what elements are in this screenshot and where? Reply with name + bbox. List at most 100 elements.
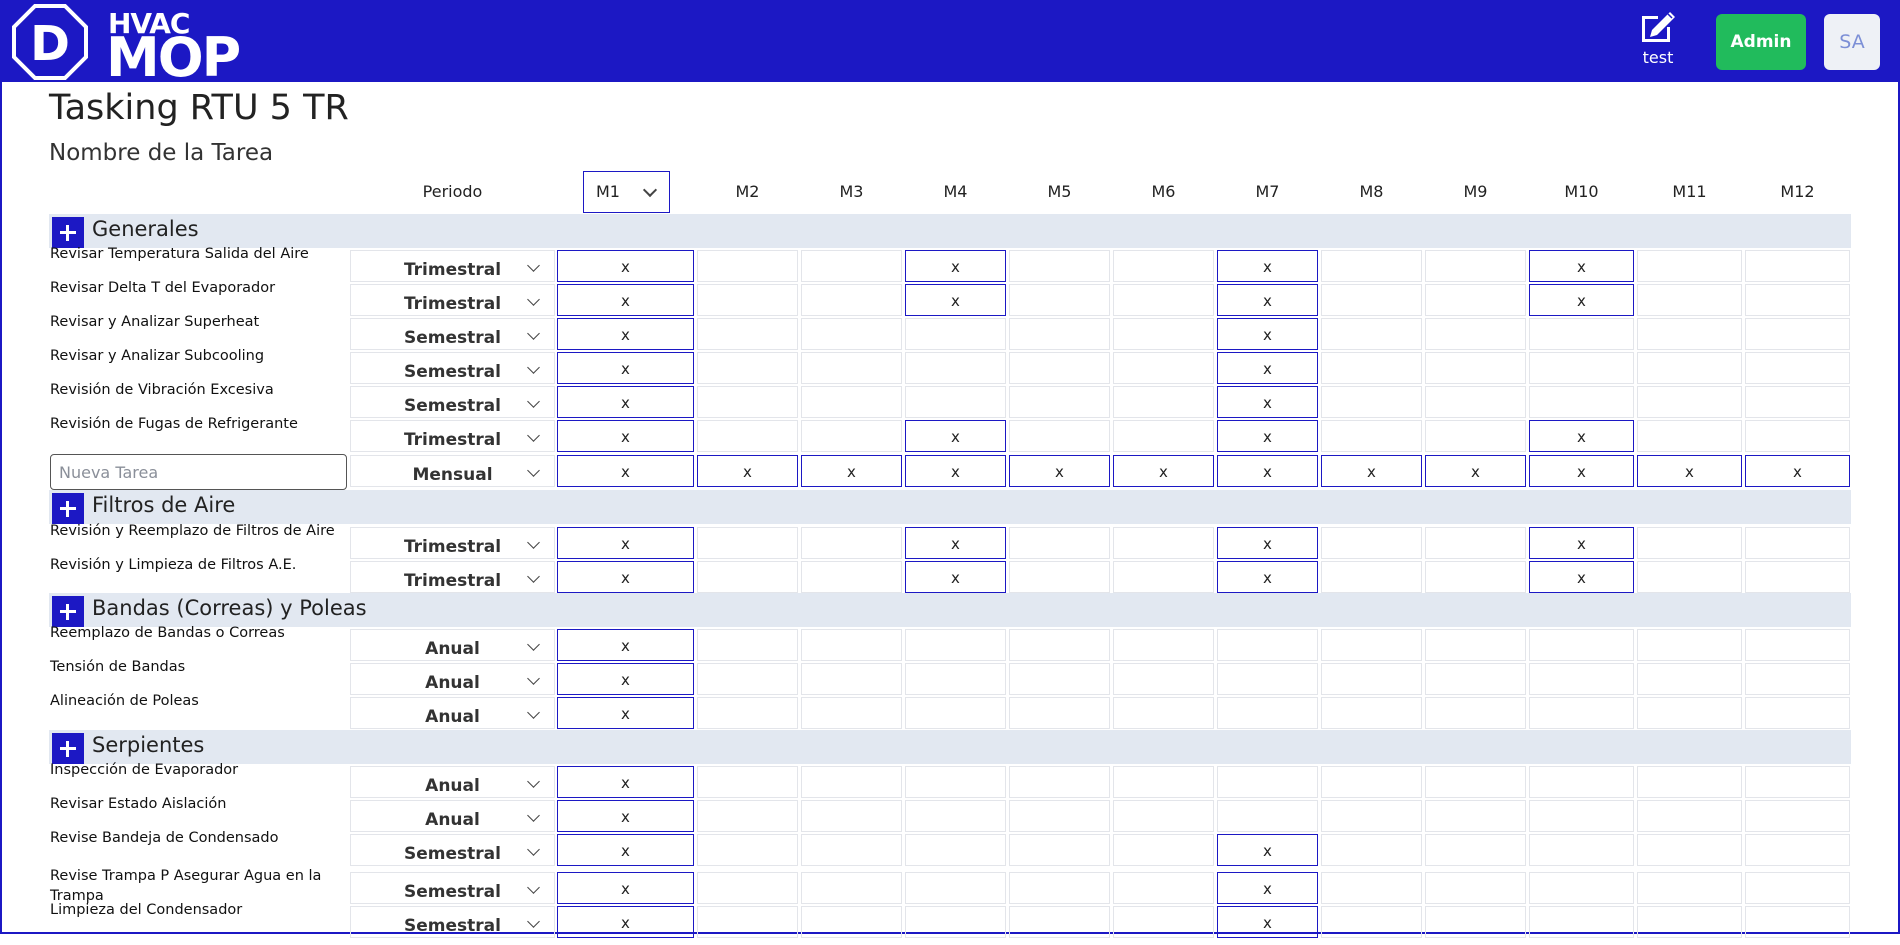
month-cell-m3[interactable]	[801, 250, 902, 282]
month-cell-m11[interactable]	[1637, 352, 1742, 384]
month-cell-m3[interactable]	[801, 561, 902, 593]
month-cell-m5[interactable]: x	[1009, 455, 1110, 487]
month-cell-m12[interactable]	[1745, 284, 1850, 316]
month-cell-m2[interactable]	[697, 800, 798, 832]
month-cell-m12[interactable]	[1745, 697, 1850, 729]
period-select[interactable]: Anual	[350, 800, 555, 832]
month-cell-m2[interactable]	[697, 386, 798, 418]
period-select[interactable]: Semestral	[350, 872, 555, 904]
month-cell-m7[interactable]	[1217, 663, 1318, 695]
month-cell-m4[interactable]	[905, 766, 1006, 798]
month-cell-m6[interactable]: x	[1113, 455, 1214, 487]
month-cell-m10[interactable]	[1529, 800, 1634, 832]
month-cell-m11[interactable]	[1637, 872, 1742, 904]
month-cell-m6[interactable]	[1113, 352, 1214, 384]
month-cell-m7[interactable]: x	[1217, 386, 1318, 418]
month-cell-m10[interactable]: x	[1529, 250, 1634, 282]
new-task-input[interactable]	[50, 454, 347, 490]
month-cell-m1[interactable]: x	[557, 386, 694, 418]
month-cell-m7[interactable]: x	[1217, 834, 1318, 866]
month-cell-m11[interactable]	[1637, 697, 1742, 729]
month-cell-m5[interactable]	[1009, 629, 1110, 661]
month-cell-m2[interactable]	[697, 872, 798, 904]
month-cell-m5[interactable]	[1009, 318, 1110, 350]
month-cell-m10[interactable]	[1529, 629, 1634, 661]
month-cell-m4[interactable]: x	[905, 455, 1006, 487]
month-cell-m9[interactable]	[1425, 352, 1526, 384]
month-cell-m11[interactable]: x	[1637, 455, 1742, 487]
month-cell-m5[interactable]	[1009, 352, 1110, 384]
month-cell-m2[interactable]	[697, 420, 798, 452]
month-cell-m12[interactable]	[1745, 834, 1850, 866]
month-cell-m2[interactable]	[697, 834, 798, 866]
period-select[interactable]: Anual	[350, 766, 555, 798]
month-cell-m2[interactable]	[697, 527, 798, 559]
month-cell-m6[interactable]	[1113, 663, 1214, 695]
month-cell-m9[interactable]	[1425, 697, 1526, 729]
month-cell-m4[interactable]: x	[905, 527, 1006, 559]
month-cell-m2[interactable]	[697, 697, 798, 729]
month-cell-m3[interactable]	[801, 352, 902, 384]
month-cell-m11[interactable]	[1637, 561, 1742, 593]
month-cell-m12[interactable]	[1745, 561, 1850, 593]
period-select[interactable]: Trimestral	[350, 420, 555, 452]
month-cell-m12[interactable]	[1745, 663, 1850, 695]
month-cell-m10[interactable]	[1529, 872, 1634, 904]
month-cell-m12[interactable]	[1745, 386, 1850, 418]
month-cell-m6[interactable]	[1113, 561, 1214, 593]
month-cell-m1[interactable]: x	[557, 766, 694, 798]
month-cell-m8[interactable]	[1321, 420, 1422, 452]
month-cell-m4[interactable]	[905, 318, 1006, 350]
month-cell-m8[interactable]	[1321, 834, 1422, 866]
month-cell-m2[interactable]	[697, 318, 798, 350]
month-cell-m1[interactable]: x	[557, 663, 694, 695]
month-cell-m12[interactable]: x	[1745, 455, 1850, 487]
month-cell-m8[interactable]: x	[1321, 455, 1422, 487]
month-cell-m11[interactable]	[1637, 663, 1742, 695]
month-cell-m9[interactable]	[1425, 663, 1526, 695]
month-cell-m4[interactable]	[905, 352, 1006, 384]
month-cell-m1[interactable]: x	[557, 872, 694, 904]
month-cell-m6[interactable]	[1113, 386, 1214, 418]
month-cell-m9[interactable]	[1425, 834, 1526, 866]
month-cell-m11[interactable]	[1637, 318, 1742, 350]
month-cell-m1[interactable]: x	[557, 834, 694, 866]
month-cell-m8[interactable]	[1321, 872, 1422, 904]
month-cell-m3[interactable]	[801, 766, 902, 798]
month-cell-m4[interactable]: x	[905, 284, 1006, 316]
month-cell-m10[interactable]	[1529, 663, 1634, 695]
month-cell-m1[interactable]: x	[557, 284, 694, 316]
month-cell-m9[interactable]	[1425, 250, 1526, 282]
month-cell-m1[interactable]: x	[557, 455, 694, 487]
period-select[interactable]: Trimestral	[350, 527, 555, 559]
month-cell-m7[interactable]	[1217, 629, 1318, 661]
month-cell-m11[interactable]	[1637, 386, 1742, 418]
month-cell-m2[interactable]: x	[697, 455, 798, 487]
month-cell-m5[interactable]	[1009, 872, 1110, 904]
period-select[interactable]: Trimestral	[350, 561, 555, 593]
month-cell-m1[interactable]: x	[557, 250, 694, 282]
month-cell-m2[interactable]	[697, 663, 798, 695]
month-cell-m4[interactable]	[905, 629, 1006, 661]
month-cell-m11[interactable]	[1637, 629, 1742, 661]
month-cell-m6[interactable]	[1113, 284, 1214, 316]
month-cell-m5[interactable]	[1009, 284, 1110, 316]
month-cell-m2[interactable]	[697, 250, 798, 282]
admin-button[interactable]: Admin	[1716, 14, 1806, 70]
month-cell-m3[interactable]	[801, 872, 902, 904]
month-cell-m4[interactable]	[905, 872, 1006, 904]
month-cell-m9[interactable]	[1425, 284, 1526, 316]
month-cell-m6[interactable]	[1113, 834, 1214, 866]
month-cell-m5[interactable]	[1009, 250, 1110, 282]
month-cell-m5[interactable]	[1009, 800, 1110, 832]
month-cell-m4[interactable]	[905, 697, 1006, 729]
month-cell-m9[interactable]	[1425, 527, 1526, 559]
month-cell-m2[interactable]	[697, 284, 798, 316]
month-cell-m11[interactable]	[1637, 420, 1742, 452]
month-cell-m7[interactable]	[1217, 697, 1318, 729]
month-cell-m4[interactable]: x	[905, 561, 1006, 593]
month-cell-m12[interactable]	[1745, 250, 1850, 282]
month-cell-m1[interactable]: x	[557, 420, 694, 452]
period-select[interactable]: Anual	[350, 629, 555, 661]
month-cell-m6[interactable]	[1113, 697, 1214, 729]
